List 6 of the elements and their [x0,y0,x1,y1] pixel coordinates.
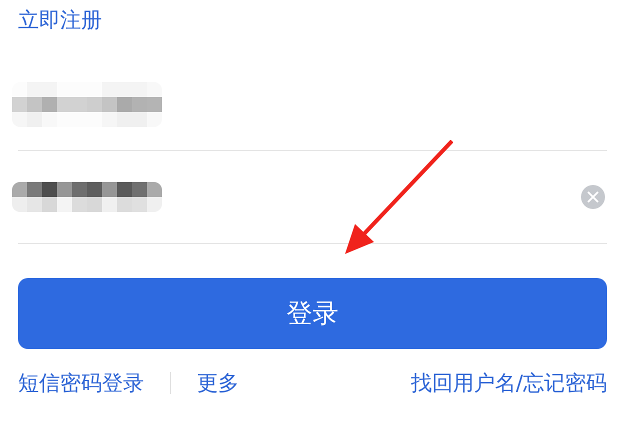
login-button[interactable]: 登录 [18,278,607,349]
text-link[interactable]: 更多 [197,369,239,397]
register-link[interactable]: 立即注册 [18,6,102,34]
text-link[interactable]: 找回用户名/忘记密码 [410,369,607,397]
text-link[interactable]: 短信密码登录 [18,369,144,397]
clear-icon[interactable] [581,185,605,209]
